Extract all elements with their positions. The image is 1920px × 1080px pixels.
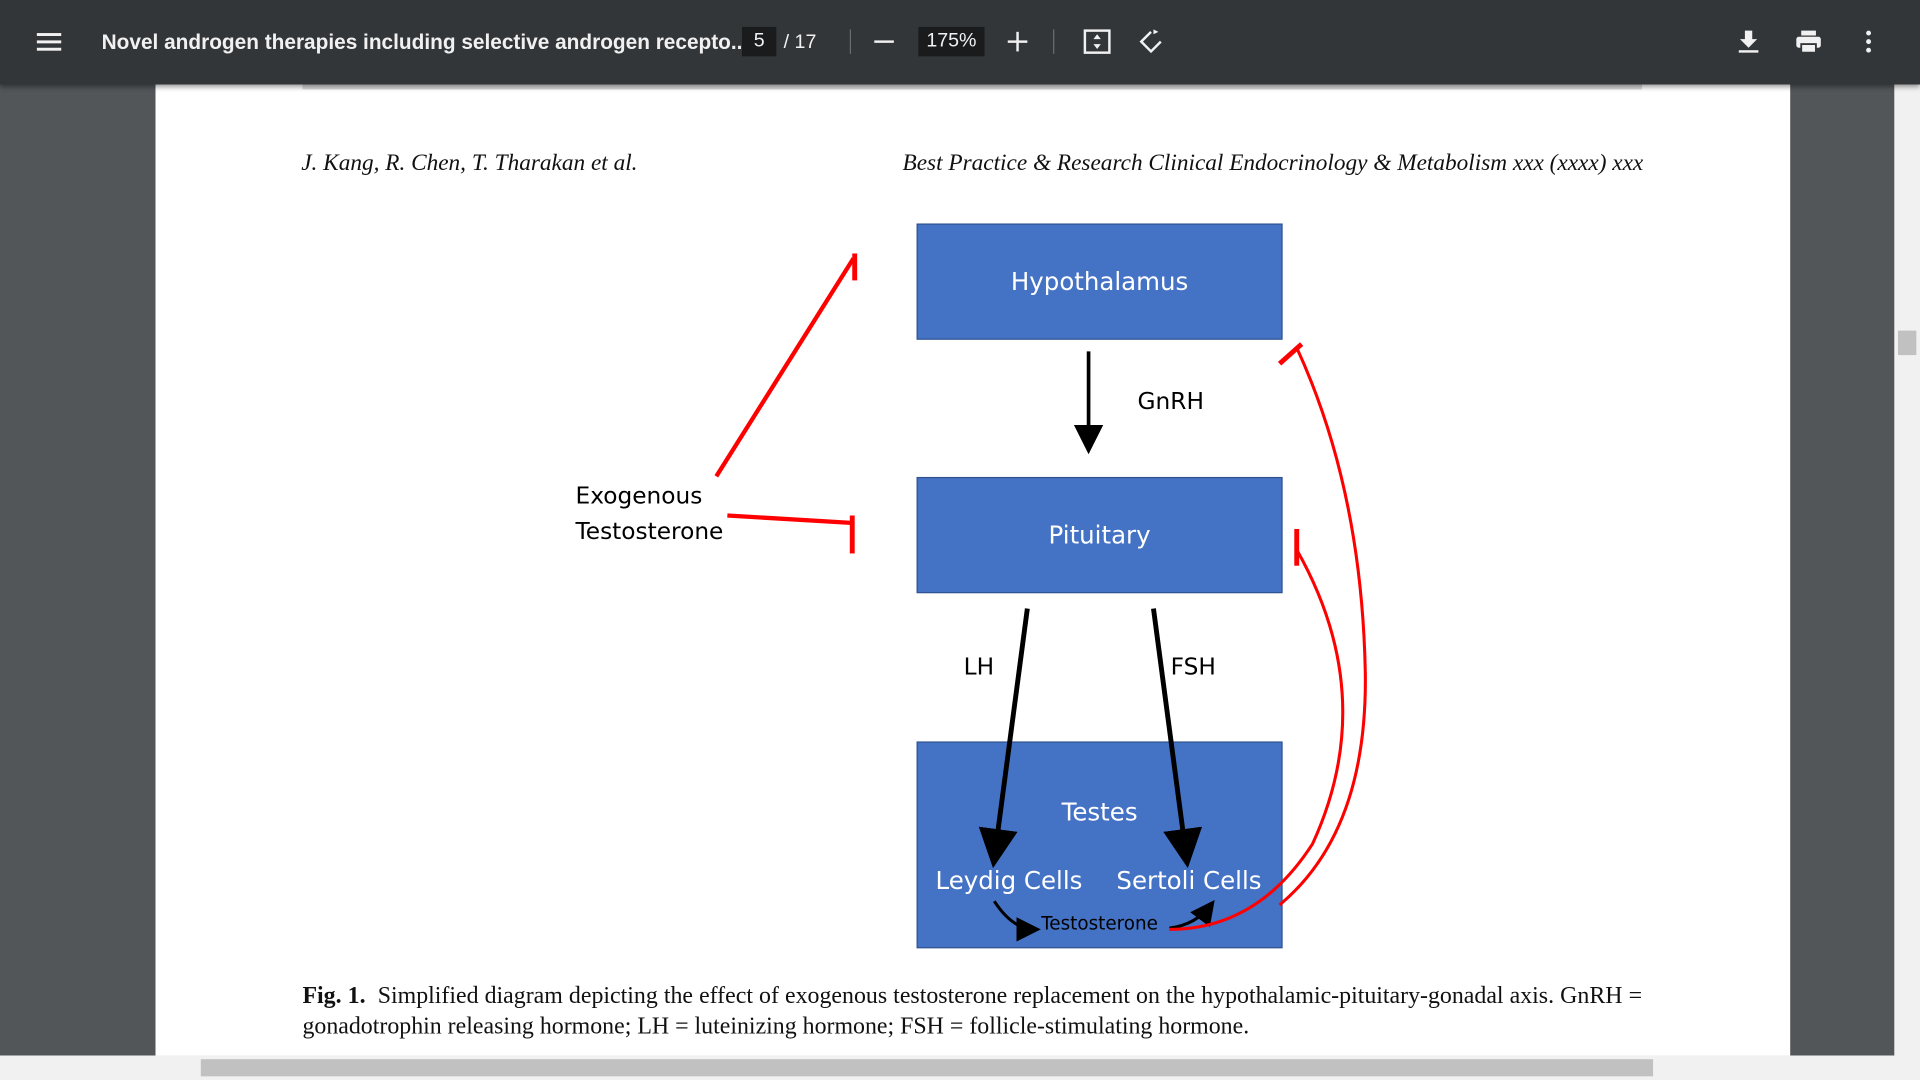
gnrh-label: GnRH — [1138, 388, 1204, 415]
testes-label: Testes — [1061, 797, 1138, 826]
zoom-out-icon[interactable] — [867, 24, 901, 58]
lh-label: LH — [964, 654, 994, 681]
inhibit-pituitary-line — [727, 513, 852, 525]
divider — [849, 29, 852, 54]
zoom-in-icon[interactable] — [1000, 24, 1034, 58]
pdf-page: J. Kang, R. Chen, T. Tharakan et al. Bes… — [155, 84, 1791, 1056]
inhibit-hypothalamus-line — [714, 257, 856, 478]
more-icon[interactable] — [1851, 24, 1885, 58]
horizontal-scroll-thumb[interactable] — [200, 1059, 1654, 1077]
rotate-icon[interactable] — [1134, 24, 1168, 58]
caption-label: Fig. 1. — [302, 983, 366, 1009]
hpg-axis-diagram: Hypothalamus Pituitary Testes Leydig Cel… — [575, 223, 1367, 949]
exogenous-label: Exogenous — [576, 482, 703, 509]
document-title: Novel androgen therapies including selec… — [101, 30, 749, 54]
sertoli-cells-label: Sertoli Cells — [1116, 866, 1261, 895]
hypothalamus-label: Hypothalamus — [1011, 267, 1188, 296]
zoom-input[interactable]: 175% — [918, 26, 985, 57]
print-icon[interactable] — [1791, 24, 1825, 58]
fit-page-icon[interactable] — [1080, 24, 1114, 58]
page-number-input[interactable]: 5 — [742, 26, 777, 57]
vertical-scroll-thumb[interactable] — [1897, 330, 1917, 356]
menu-icon[interactable] — [33, 24, 67, 58]
vertical-scrollbar[interactable] — [1894, 84, 1920, 1056]
leydig-cells-label: Leydig Cells — [936, 866, 1083, 895]
testosterone-label: Testosterone — [1040, 913, 1158, 934]
fsh-label: FSH — [1171, 654, 1216, 681]
pdf-toolbar: Novel androgen therapies including selec… — [0, 0, 1920, 85]
caption-text: Simplified diagram depicting the effect … — [302, 983, 1643, 1040]
horizontal-scrollbar[interactable] — [0, 1055, 1920, 1080]
pituitary-label: Pituitary — [1049, 521, 1151, 550]
page-count: / 17 — [783, 31, 817, 53]
download-icon[interactable] — [1731, 24, 1765, 58]
exogenous-testosterone-label: Testosterone — [575, 518, 724, 545]
divider — [1053, 29, 1055, 54]
figure-caption: Fig. 1. Simplified diagram depicting the… — [302, 981, 1642, 1042]
